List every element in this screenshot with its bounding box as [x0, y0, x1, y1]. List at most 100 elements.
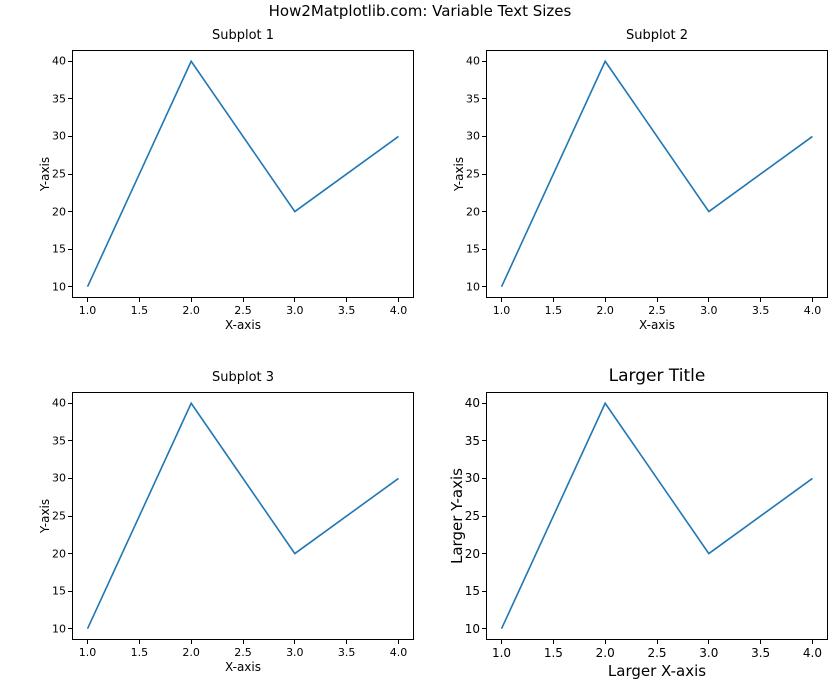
x-tick-label: 3.0 — [286, 646, 304, 659]
x-tick-label: 1.0 — [493, 304, 511, 317]
x-tick-label: 2.0 — [182, 646, 200, 659]
y-tick — [68, 249, 72, 250]
x-axis-label: Larger X-axis — [486, 662, 828, 680]
y-tick-label: 40 — [456, 55, 480, 68]
y-tick-label: 40 — [42, 55, 66, 68]
y-tick — [68, 211, 72, 212]
x-tick — [812, 298, 813, 302]
y-tick — [68, 174, 72, 175]
x-tick — [191, 298, 192, 302]
x-tick-label: 1.5 — [544, 646, 563, 660]
y-tick — [482, 286, 486, 287]
y-tick — [68, 553, 72, 554]
x-tick-label: 1.0 — [79, 646, 97, 659]
x-tick — [501, 298, 502, 302]
x-tick — [346, 640, 347, 644]
y-tick-label: 30 — [456, 130, 480, 143]
x-tick-label: 3.5 — [751, 646, 770, 660]
plot-title: Larger Title — [486, 366, 828, 386]
x-tick — [708, 640, 709, 644]
x-tick-label: 1.5 — [545, 304, 563, 317]
x-tick — [139, 640, 140, 644]
x-tick — [243, 298, 244, 302]
y-tick — [482, 211, 486, 212]
x-tick-label: 4.0 — [803, 646, 822, 660]
y-tick-label: 10 — [42, 622, 66, 635]
y-tick — [482, 136, 486, 137]
data-line — [502, 403, 813, 628]
y-tick — [68, 628, 72, 629]
x-tick-label: 3.0 — [286, 304, 304, 317]
x-tick — [812, 640, 813, 644]
y-tick-label: 15 — [42, 585, 66, 598]
x-tick-label: 3.0 — [700, 304, 718, 317]
x-tick-label: 4.0 — [804, 304, 822, 317]
plot-svg — [72, 50, 414, 298]
plot-svg — [486, 392, 828, 640]
plot-title: Subplot 2 — [486, 28, 828, 43]
x-tick — [139, 298, 140, 302]
y-tick — [482, 478, 486, 479]
x-tick — [294, 298, 295, 302]
y-tick — [482, 61, 486, 62]
x-tick — [294, 640, 295, 644]
y-tick-label: 40 — [456, 396, 480, 410]
y-tick-label: 40 — [42, 397, 66, 410]
data-line — [88, 61, 399, 286]
y-tick-label: 15 — [456, 584, 480, 598]
y-tick — [482, 174, 486, 175]
x-tick-label: 2.0 — [182, 304, 200, 317]
x-tick — [760, 640, 761, 644]
plot-svg — [72, 392, 414, 640]
y-tick — [68, 440, 72, 441]
y-tick — [482, 249, 486, 250]
x-tick — [398, 640, 399, 644]
x-tick — [87, 640, 88, 644]
x-tick — [501, 640, 502, 644]
y-tick-label: 20 — [456, 205, 480, 218]
data-line — [502, 61, 813, 286]
x-tick-label: 2.5 — [234, 304, 252, 317]
x-tick-label: 1.0 — [79, 304, 97, 317]
y-tick-label: 35 — [456, 92, 480, 105]
y-tick-label: 10 — [42, 280, 66, 293]
subplot-3: Subplot 31.01.52.02.53.03.54.01015202530… — [72, 392, 414, 640]
y-tick-label: 35 — [456, 434, 480, 448]
y-tick-label: 20 — [42, 547, 66, 560]
x-tick-label: 3.5 — [752, 304, 770, 317]
x-tick — [760, 298, 761, 302]
y-tick-label: 30 — [42, 472, 66, 485]
figure: How2Matplotlib.com: Variable Text Sizes … — [0, 0, 840, 700]
y-axis-label: Y-axis — [452, 150, 466, 198]
figure-suptitle: How2Matplotlib.com: Variable Text Sizes — [0, 2, 840, 20]
y-tick — [482, 628, 486, 629]
x-tick — [657, 298, 658, 302]
x-tick-label: 1.5 — [131, 646, 149, 659]
x-tick — [191, 640, 192, 644]
y-axis-label: Larger Y-axis — [448, 466, 466, 566]
x-tick — [553, 640, 554, 644]
x-tick — [605, 298, 606, 302]
x-tick-label: 3.5 — [338, 304, 356, 317]
x-tick-label: 2.0 — [596, 646, 615, 660]
y-tick — [68, 136, 72, 137]
plot-svg — [486, 50, 828, 298]
x-tick-label: 3.0 — [699, 646, 718, 660]
y-tick-label: 10 — [456, 280, 480, 293]
x-axis-label: X-axis — [486, 318, 828, 332]
y-tick — [68, 61, 72, 62]
x-tick-label: 3.5 — [338, 646, 356, 659]
x-tick-label: 1.0 — [492, 646, 511, 660]
x-tick-label: 2.0 — [596, 304, 614, 317]
y-tick — [68, 591, 72, 592]
subplot-2: Subplot 21.01.52.02.53.03.54.01015202530… — [486, 50, 828, 298]
y-tick-label: 15 — [42, 243, 66, 256]
data-line — [88, 403, 399, 628]
plot-title: Subplot 1 — [72, 28, 414, 43]
y-tick — [68, 516, 72, 517]
x-tick-label: 2.5 — [648, 304, 666, 317]
y-tick-label: 35 — [42, 92, 66, 105]
x-tick — [605, 640, 606, 644]
y-axis-label: Y-axis — [38, 492, 52, 540]
y-tick — [482, 591, 486, 592]
